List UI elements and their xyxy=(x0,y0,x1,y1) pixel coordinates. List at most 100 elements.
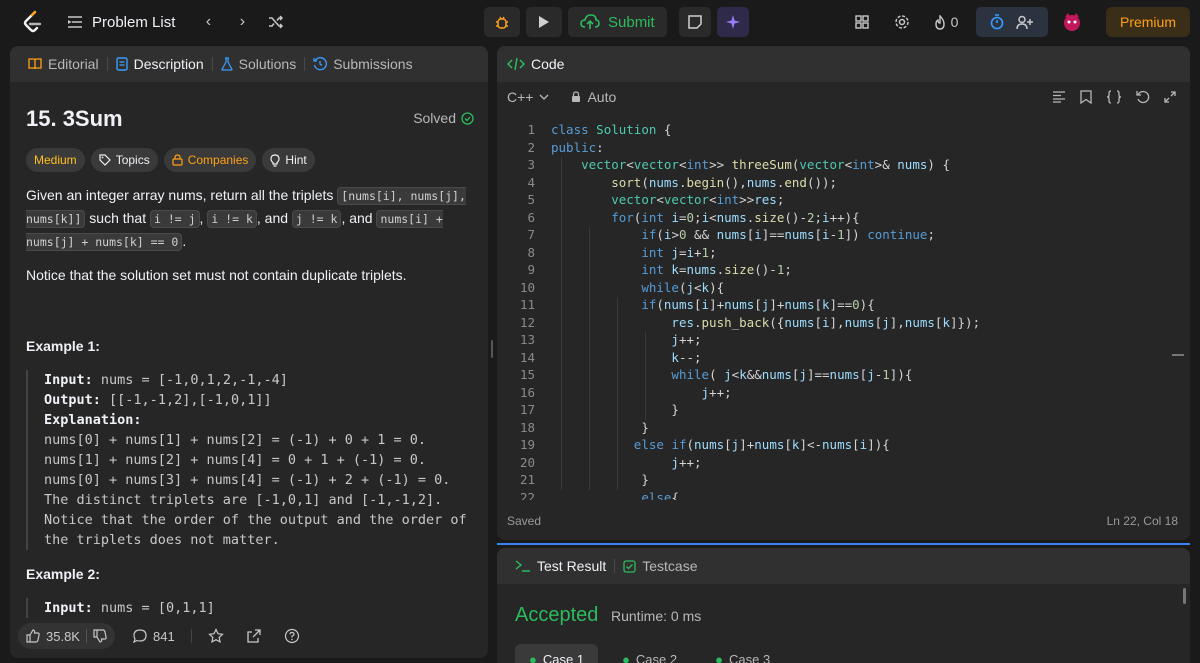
code-line: sort(nums.begin(),nums.end()); xyxy=(611,174,838,190)
avatar[interactable] xyxy=(1052,7,1092,37)
vertical-splitter[interactable] xyxy=(491,340,493,358)
expand-icon[interactable] xyxy=(1164,91,1176,103)
tag-icon xyxy=(99,154,111,166)
shuffle-icon xyxy=(269,15,284,29)
difficulty-badge[interactable]: Medium xyxy=(26,148,85,172)
help-icon[interactable] xyxy=(284,628,300,644)
code-line: } xyxy=(641,472,649,487)
language-select[interactable]: C++ xyxy=(507,89,549,105)
tab-test-result[interactable]: Test Result xyxy=(509,558,612,574)
history-icon xyxy=(313,57,328,71)
line-number: 14 xyxy=(519,349,535,365)
star-icon[interactable] xyxy=(207,628,224,644)
code-line: class Solution { xyxy=(551,122,672,137)
streak-counter[interactable]: 0 xyxy=(924,7,968,37)
layout-button[interactable] xyxy=(844,7,880,37)
explanation-line: nums[1] + nums[2] + nums[4] = 0 + 1 + (-… xyxy=(44,452,427,468)
code-panel-header: Code xyxy=(497,46,1190,82)
bug-icon xyxy=(496,16,508,29)
code-cond: i != j xyxy=(150,210,200,228)
code-icon xyxy=(507,57,525,71)
mode-label: Auto xyxy=(587,89,617,105)
leetcode-logo-icon[interactable] xyxy=(18,8,46,36)
companies-label: Companies xyxy=(187,153,249,167)
case-tab-1[interactable]: ● Case 1 xyxy=(515,644,599,663)
explanation-line: The distinct triplets are [-1,0,1] and [… xyxy=(44,492,443,508)
ai-assist-button[interactable] xyxy=(716,7,749,37)
code-line: while(j<k){ xyxy=(641,279,725,295)
premium-button[interactable]: Premium xyxy=(1105,7,1190,37)
fire-icon xyxy=(934,14,945,30)
prev-problem-button[interactable]: ‹ xyxy=(193,8,223,36)
description-panel: Editorial Description Solutions Submissi… xyxy=(10,46,488,658)
code-cond: j != k xyxy=(291,210,342,228)
next-problem-button[interactable]: › xyxy=(227,8,257,36)
braces-icon[interactable] xyxy=(1106,90,1122,104)
format-icon[interactable] xyxy=(1052,91,1066,103)
streak-count: 0 xyxy=(950,14,959,30)
notes-button[interactable] xyxy=(678,7,711,37)
code-line: while( j<k&&nums[j]==nums[j-1]){ xyxy=(671,367,913,382)
code-line: else{ xyxy=(641,489,679,501)
solved-status: Solved xyxy=(413,110,474,126)
code-line: vector<vector<int>> threeSum(vector<int>… xyxy=(581,157,950,172)
run-button[interactable] xyxy=(526,7,562,37)
comments-button[interactable]: 841 xyxy=(133,629,175,644)
output-label: Output: xyxy=(44,392,101,408)
example-2-block: Input: nums = [0,1,1] xyxy=(26,598,215,618)
auto-mode[interactable]: Auto xyxy=(571,89,616,105)
share-icon[interactable] xyxy=(246,628,262,644)
tab-description[interactable]: Description xyxy=(110,56,210,72)
code-editor[interactable]: 1 2 3 4 5 6 7 8 9 10 11 12 13 14 15 16 17 18 19 20 21 22 clas… xyxy=(497,118,1189,500)
case-label: Case 3 xyxy=(728,651,771,663)
line-number: 4 xyxy=(527,174,535,190)
flask-icon xyxy=(220,57,233,71)
line-number: 13 xyxy=(519,332,535,347)
cloud-upload-icon xyxy=(580,14,600,29)
lock-icon xyxy=(572,91,581,102)
hint-tag[interactable]: Hint xyxy=(262,148,315,172)
thumbs-down-icon[interactable] xyxy=(93,629,107,643)
reset-icon[interactable] xyxy=(1136,90,1150,104)
indent-guide xyxy=(561,157,562,490)
line-number: 3 xyxy=(527,157,535,172)
play-icon xyxy=(539,16,549,28)
line-number: 11 xyxy=(519,297,535,312)
problem-title[interactable]: 15. 3Sum xyxy=(26,106,123,132)
top-bar: Problem List ‹ › Submit 0 Premium xyxy=(0,0,1200,44)
tab-solutions[interactable]: Solutions xyxy=(215,56,303,72)
desc-text: Given an integer array nums, return all … xyxy=(26,187,334,203)
problem-list-button[interactable]: Problem List xyxy=(68,14,175,31)
chevron-right-icon: › xyxy=(239,13,246,30)
submit-button[interactable]: Submit xyxy=(568,7,667,37)
random-problem-button[interactable] xyxy=(261,8,291,36)
case-tab-3[interactable]: ● Case 3 xyxy=(701,644,784,663)
line-number: 2 xyxy=(527,139,535,155)
line-number: 15 xyxy=(519,367,535,382)
editor-scrollbar[interactable] xyxy=(1172,354,1184,356)
result-tabs: Test Result Testcase xyxy=(497,548,1190,584)
save-status: Saved xyxy=(507,514,542,528)
verdict: Accepted xyxy=(515,604,599,626)
topics-tag[interactable]: Topics xyxy=(90,148,158,172)
case-tab-2[interactable]: ● Case 2 xyxy=(608,644,691,663)
tab-testcase[interactable]: Testcase xyxy=(617,558,703,574)
thumbs-up-icon[interactable] xyxy=(26,629,40,643)
indent-guide xyxy=(589,227,590,490)
add-user-icon[interactable] xyxy=(1016,15,1034,30)
line-number: 7 xyxy=(527,227,535,242)
companies-tag[interactable]: Companies xyxy=(163,148,257,172)
code-line: } xyxy=(641,419,649,435)
settings-button[interactable] xyxy=(884,7,920,37)
stopwatch-icon[interactable] xyxy=(990,14,1004,30)
problem-description: Given an integer array nums, return all … xyxy=(26,184,472,286)
result-scrollbar[interactable] xyxy=(1183,588,1186,604)
tab-submissions[interactable]: Submissions xyxy=(307,56,418,72)
lock-icon xyxy=(172,154,183,166)
tab-solutions-label: Solutions xyxy=(238,56,297,72)
bookmark-icon[interactable] xyxy=(1080,90,1092,104)
tab-editorial[interactable]: Editorial xyxy=(22,56,105,72)
horizontal-splitter[interactable] xyxy=(497,543,1190,545)
debug-button[interactable] xyxy=(484,7,520,37)
code-panel-title: Code xyxy=(531,56,565,72)
